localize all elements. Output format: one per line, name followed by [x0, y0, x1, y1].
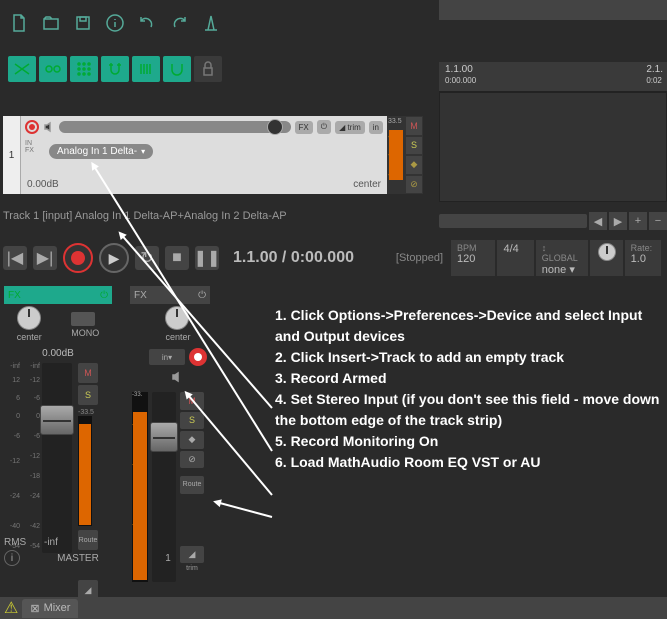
speaker-icon	[171, 371, 185, 383]
lock-icon[interactable]	[194, 56, 222, 82]
timesig-cell[interactable]: 4/4	[497, 240, 533, 276]
master-db: 0.00dB	[2, 348, 114, 359]
skip-end-icon[interactable]: ▶|	[33, 246, 57, 270]
rms-row: RMS-inf	[4, 537, 234, 548]
instruction-line: 3. Record Armed	[275, 368, 660, 389]
timeline-header	[439, 0, 667, 20]
in-selector[interactable]: in ▾	[149, 349, 185, 365]
trim-button[interactable]: ◢ trim	[335, 121, 365, 134]
rate-cell[interactable]: Rate:1.0	[625, 240, 661, 276]
main-toolbar	[8, 12, 222, 34]
solo-button[interactable]: S	[406, 137, 422, 155]
ruler-tick: 2.1.	[646, 64, 663, 75]
timeline-tracks[interactable]	[439, 92, 667, 202]
fx-icon[interactable]: ◆	[180, 431, 204, 449]
fx-icon[interactable]: ◆	[406, 156, 422, 174]
track-side-buttons: M S ◆ ⊘	[405, 116, 423, 194]
track-db: 0.00dB	[27, 179, 59, 190]
grid-icon[interactable]	[70, 56, 98, 82]
pan-knob[interactable]	[17, 306, 41, 330]
phase-icon[interactable]: ⊘	[180, 451, 204, 469]
fader-scale: -inf 12 6 0 -6 -12 -24 -40 -54	[2, 363, 22, 563]
transport-status: [Stopped]	[396, 252, 443, 264]
track-input-label: Track 1 [input] Analog In 1 Delta-AP+Ana…	[3, 210, 287, 222]
bypass-icon[interactable]: ⏻	[317, 120, 331, 134]
fx-button[interactable]: FX	[295, 121, 313, 134]
track-pan: center	[353, 179, 381, 190]
instructions-overlay: 1. Click Options->Preferences->Device an…	[275, 305, 660, 473]
speaker-icon	[43, 121, 55, 133]
undo-icon[interactable]	[136, 12, 158, 34]
track1-label: 1	[128, 553, 208, 564]
skip-start-icon[interactable]: |◀	[3, 246, 27, 270]
fader-scale-r: -inf -12 -6 0 -6 -12 -18 -24 -42 -54	[22, 363, 42, 563]
transport-bar: |◀ ▶| ↻ ■ ❚❚ 1.1.00 / 0:00.000 [Stopped]	[3, 240, 443, 276]
instruction-line: 6. Load MathAudio Room EQ VST or AU	[275, 452, 660, 473]
track-number[interactable]: 1	[3, 116, 21, 194]
in-button[interactable]: in	[369, 121, 383, 134]
info-icon[interactable]: i	[4, 550, 20, 566]
link-icon[interactable]	[39, 56, 67, 82]
crossfade-icon[interactable]	[8, 56, 36, 82]
zoom-in-icon[interactable]: +	[629, 212, 647, 230]
track-controls: FX ⏻ ◢ trim in INFX Analog In 1 Delta- 0…	[21, 116, 387, 194]
pause-icon[interactable]: ❚❚	[195, 246, 219, 270]
route-button[interactable]: Route	[180, 476, 204, 494]
instruction-line: 2. Click Insert->Track to add an empty t…	[275, 347, 660, 368]
close-tab-icon[interactable]: ⊠	[30, 602, 39, 615]
bars-icon[interactable]	[132, 56, 160, 82]
new-file-icon[interactable]	[8, 12, 30, 34]
bpm-cell[interactable]: BPM120	[451, 240, 495, 276]
master-fader[interactable]	[42, 363, 72, 553]
instruction-line: 5. Record Monitoring On	[275, 431, 660, 452]
redo-icon[interactable]	[168, 12, 190, 34]
infx-label: INFX	[25, 140, 34, 154]
info-icon[interactable]	[104, 12, 126, 34]
timeline-ruler[interactable]: 1.1.000:00.000 2.1.0:02	[439, 62, 667, 92]
master-mute[interactable]: M	[78, 363, 98, 383]
record-monitor-button[interactable]	[189, 348, 207, 366]
zoom-out-icon[interactable]: −	[649, 212, 667, 230]
phase-icon[interactable]: ⊘	[406, 176, 422, 194]
volume-slider[interactable]	[59, 121, 291, 133]
record-arm-button[interactable]	[25, 120, 39, 134]
track-meter: 33.5 -18- -30- -54-	[387, 116, 405, 194]
mono-button[interactable]	[71, 312, 95, 326]
playrate-knob[interactable]	[590, 240, 622, 276]
input-selector[interactable]: Analog In 1 Delta-	[49, 144, 153, 159]
nav-left-icon[interactable]: ◀	[589, 212, 607, 230]
metronome-icon[interactable]	[200, 12, 222, 34]
mixer-tab[interactable]: ⊠ Mixer	[22, 599, 78, 618]
timeline-zoom: ◀ ▶ + −	[439, 210, 667, 232]
ripple-icon[interactable]	[163, 56, 191, 82]
master-channel: center MONO 0.00dB -inf 12 6 0 -6 -12 -2…	[2, 280, 114, 563]
open-icon[interactable]	[40, 12, 62, 34]
master-label: MASTER	[28, 553, 128, 564]
snap-icon[interactable]	[101, 56, 129, 82]
edit-toolbar	[8, 56, 222, 82]
record-button[interactable]	[63, 243, 93, 273]
track1-solo[interactable]: S	[180, 412, 204, 430]
global-cell[interactable]: ↕ GLOBALnone ▾	[536, 240, 589, 276]
play-button[interactable]	[99, 243, 129, 273]
instruction-line: 4. Set Stereo Input (if you don't see th…	[275, 389, 660, 431]
track-strip: 1 FX ⏻ ◢ trim in INFX Analog In 1 Delta-…	[3, 116, 423, 194]
save-icon[interactable]	[72, 12, 94, 34]
master-solo[interactable]: S	[78, 385, 98, 405]
instruction-line: 1. Click Options->Preferences->Device an…	[275, 305, 660, 347]
transport-time: 1.1.00 / 0:00.000	[233, 249, 354, 267]
channel-labels: i MASTER 1	[4, 550, 234, 566]
master-meter	[78, 416, 92, 526]
h-scrollbar[interactable]	[439, 214, 587, 228]
ruler-tick: 1.1.00	[445, 64, 473, 75]
nav-right-icon[interactable]: ▶	[609, 212, 627, 230]
tempo-panel: BPM120 4/4 ↕ GLOBALnone ▾ Rate:1.0	[451, 240, 661, 276]
warning-icon[interactable]: ⚠	[4, 598, 18, 618]
stop-icon[interactable]: ■	[165, 246, 189, 270]
tab-bar: ⚠ ⊠ Mixer	[0, 597, 667, 619]
mute-button[interactable]: M	[406, 117, 422, 135]
